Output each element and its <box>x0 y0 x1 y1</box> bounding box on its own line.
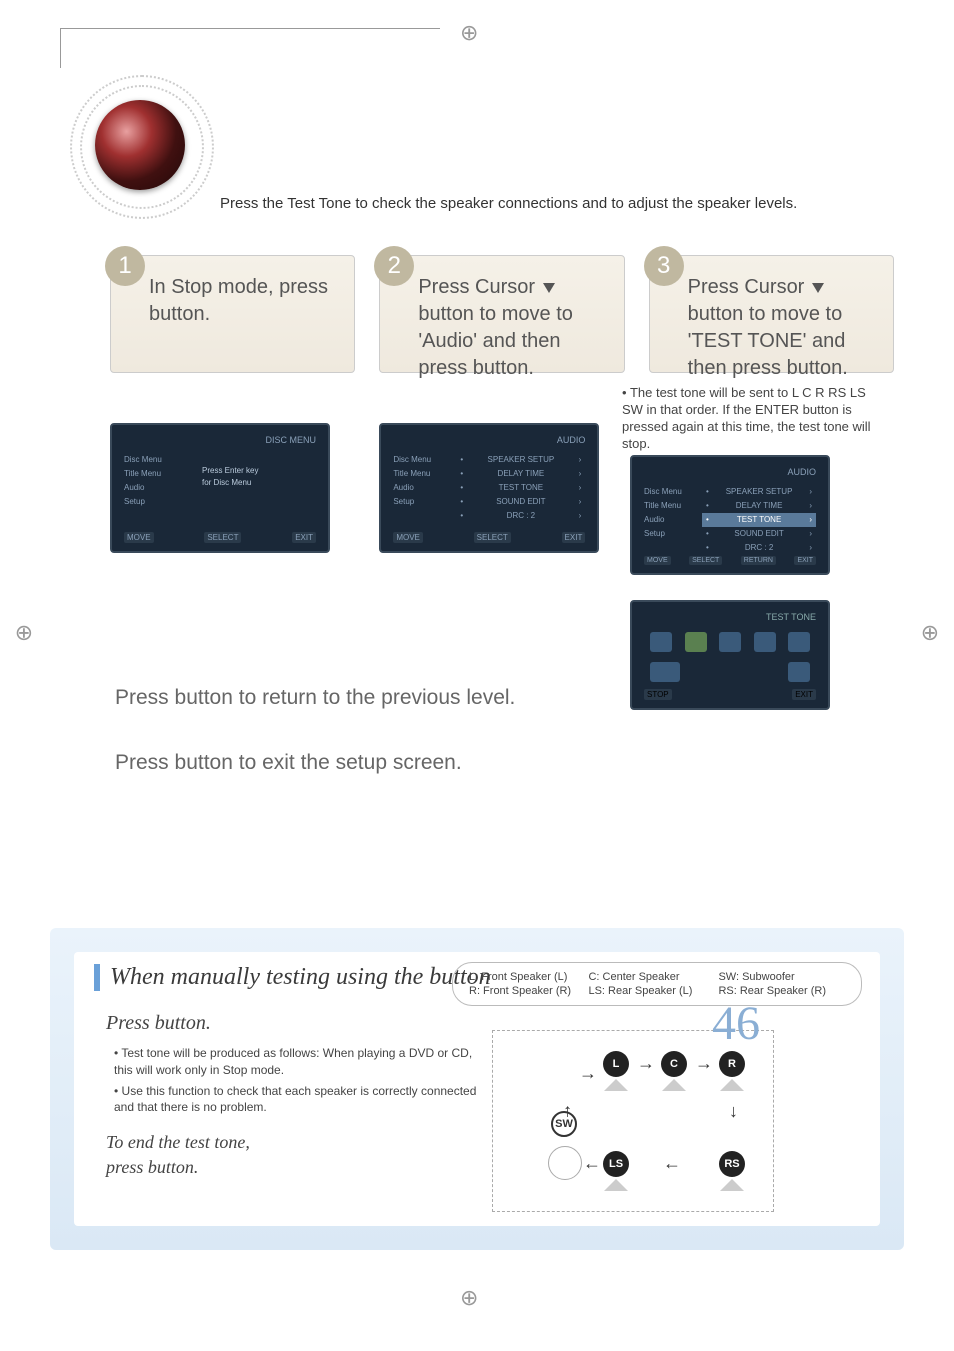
step-1: 1 In Stop mode, press button. DISC MENU … <box>110 255 355 553</box>
manual-test-body: Press button. • Test tone will be produc… <box>106 1003 486 1189</box>
list-item: • Use this function to check that each s… <box>114 1083 486 1117</box>
tv-screenshot-disc-menu: DISC MENU Disc MenuTitle MenuAudioSetup … <box>110 423 330 553</box>
node-r: R <box>719 1051 745 1077</box>
node-l: L <box>603 1051 629 1077</box>
press-testtone-sub: Press button. <box>106 1009 486 1037</box>
step3-screenshots: AUDIO Disc MenuTitle MenuAudioSetup •SPE… <box>630 455 830 710</box>
tv-screenshot-testtone-active: TEST TONE STOPEXIT <box>630 600 830 710</box>
intro-text: Press the Test Tone to check the speaker… <box>220 195 797 212</box>
down-arrow-icon <box>543 283 555 293</box>
registration-mark: ⊕ <box>917 624 943 642</box>
speaker-flow-diagram: L → C → R SW ↓ RS ← LS ← → → <box>492 1030 774 1212</box>
registration-mark: ⊕ <box>11 624 37 642</box>
node-ls: LS <box>603 1151 629 1177</box>
step-text: Press Cursor button to move to 'Audio' a… <box>418 274 601 382</box>
registration-mark: ⊕ <box>460 1285 478 1311</box>
tv-screenshot-audio-menu: AUDIO Disc MenuTitle MenuAudioSetup •SPE… <box>379 423 599 553</box>
tv-screenshot-testtone-select: AUDIO Disc MenuTitle MenuAudioSetup •SPE… <box>630 455 830 575</box>
end-testtone-sub: To end the test tone, press button. <box>106 1130 486 1180</box>
return-instruction: Press button to return to the previous l… <box>115 685 615 710</box>
step-number: 3 <box>644 246 684 286</box>
page-number: 46 <box>712 996 760 1051</box>
arrow-icon: → <box>555 1103 576 1121</box>
arrow-icon: ← <box>663 1153 681 1174</box>
arrow-icon: ← <box>583 1153 601 1174</box>
step-number: 1 <box>105 246 145 286</box>
speaker-legend: L: Front Speaker (L) C: Center Speaker S… <box>452 962 862 1006</box>
step-text: Press Cursor button to move to 'TEST TON… <box>688 274 871 382</box>
speaker-illustration <box>55 60 225 230</box>
step-2: 2 Press Cursor button to move to 'Audio'… <box>379 255 624 553</box>
manual-test-panel: When manually testing using the button L… <box>50 928 904 1250</box>
crop-mark <box>60 28 440 29</box>
step-number: 2 <box>374 246 414 286</box>
node-c: C <box>661 1051 687 1077</box>
arrow-icon: → <box>695 1053 713 1074</box>
exit-instruction: Press button to exit the setup screen. <box>115 750 615 775</box>
arrow-icon: → <box>579 1063 597 1084</box>
list-item: • Test tone will be produced as follows:… <box>114 1045 486 1079</box>
arrow-icon: ↓ <box>729 1101 738 1122</box>
step3-note: • The test tone will be sent to L C R RS… <box>622 385 882 453</box>
remote-icon <box>548 1146 582 1180</box>
step-text: In Stop mode, press button. <box>149 274 332 328</box>
manual-test-bullets: • Test tone will be produced as follows:… <box>114 1045 486 1116</box>
arrow-icon: → <box>637 1053 655 1074</box>
registration-mark: ⊕ <box>460 20 478 46</box>
node-rs: RS <box>719 1151 745 1177</box>
down-arrow-icon <box>812 283 824 293</box>
